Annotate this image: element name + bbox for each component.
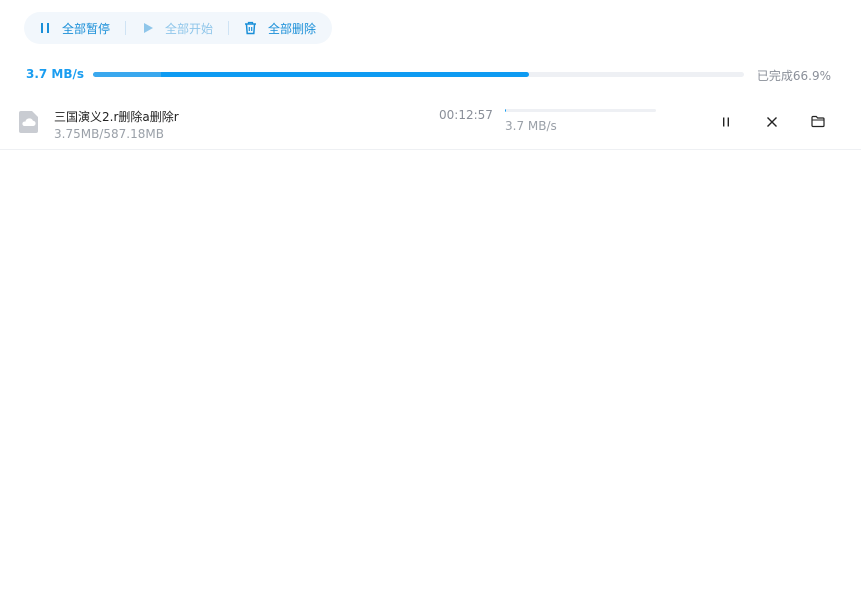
item-progress-fill: [505, 109, 506, 112]
delete-all-label: 全部删除: [268, 21, 317, 36]
start-all-label: 全部开始: [165, 21, 214, 36]
open-folder-button[interactable]: [809, 113, 827, 131]
overall-speed: 3.7 MB/s: [26, 67, 85, 81]
toolbar-divider: [125, 21, 127, 35]
start-all-button[interactable]: 全部开始: [141, 12, 213, 44]
pause-all-button[interactable]: 全部暂停: [38, 12, 110, 44]
download-manager: 全部暂停 全部开始 全部删除 3.7 MB/s 已完成66.9% 三国演义2.r…: [0, 0, 861, 595]
cancel-download-button[interactable]: [763, 113, 781, 131]
toolbar: 全部暂停 全部开始 全部删除: [24, 12, 332, 44]
cloud-file-icon: [18, 110, 39, 134]
pause-download-button[interactable]: [717, 113, 735, 131]
file-size: 3.75MB/587.18MB: [54, 127, 164, 141]
pause-icon: [38, 21, 52, 35]
pause-icon: [720, 113, 732, 132]
item-speed: 3.7 MB/s: [505, 119, 557, 133]
download-row[interactable]: 三国演义2.r删除a删除r 3.75MB/587.18MB 00:12:57 3…: [0, 97, 861, 150]
time-remaining: 00:12:57: [439, 108, 493, 122]
toolbar-divider: [228, 21, 230, 35]
file-name: 三国演义2.r删除a删除r: [54, 110, 179, 124]
trash-icon: [243, 21, 257, 35]
close-icon: [766, 113, 778, 132]
overall-status: 已完成66.9%: [756, 69, 831, 83]
folder-icon: [811, 113, 825, 132]
item-progress-bar: [505, 109, 656, 112]
overall-progress-highlight: [93, 72, 161, 77]
delete-all-button[interactable]: 全部删除: [243, 12, 316, 44]
play-icon: [141, 21, 155, 35]
pause-all-label: 全部暂停: [62, 21, 111, 36]
overall-progress-bar: [93, 72, 744, 77]
